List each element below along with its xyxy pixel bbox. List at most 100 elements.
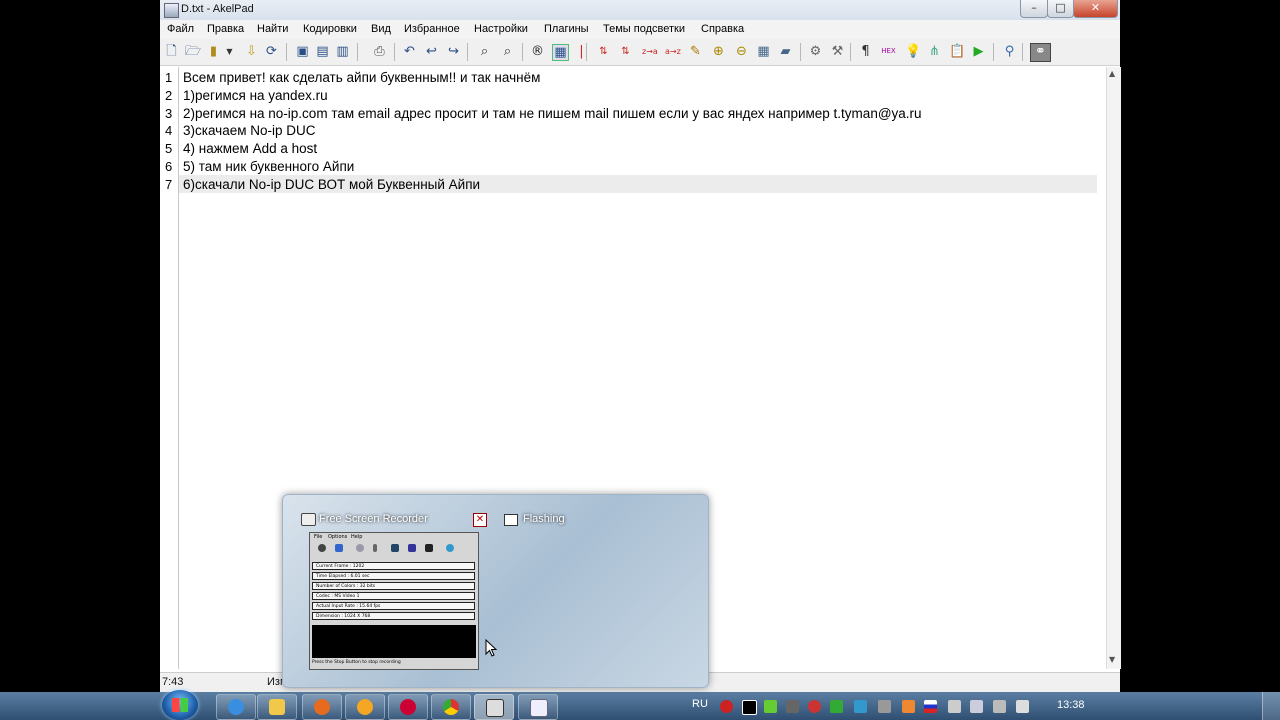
save-all-icon[interactable]: ▥: [335, 44, 350, 59]
start-button[interactable]: [162, 690, 198, 720]
taskbar-firefox-button[interactable]: [302, 694, 342, 720]
pilcrow-icon[interactable]: ¶: [858, 44, 873, 59]
menu-find[interactable]: Найти: [257, 23, 288, 35]
tray-nvidia-icon[interactable]: [742, 700, 757, 715]
taskbar-recorder-button[interactable]: [474, 694, 514, 720]
tray-red-icon[interactable]: [808, 700, 821, 713]
taskbar-thumbnail-preview[interactable]: Free Screen Recorder ✕ Flashing File Opt…: [282, 494, 709, 688]
macro-icon[interactable]: ▦: [552, 44, 569, 61]
taskbar-chrome-button[interactable]: [431, 694, 471, 720]
title-bar[interactable]: D.txt - AkelPad – □ ✕: [160, 0, 1120, 21]
line-number: 1: [165, 70, 173, 85]
scroll-down-icon[interactable]: ▼: [1109, 655, 1115, 664]
text-line[interactable]: 6)скачали No-ip DUC ВОТ мой Буквенный Ай…: [183, 177, 480, 192]
print-icon[interactable]: ⎙: [372, 44, 387, 59]
text-line[interactable]: 1)регимся на yandex.ru: [183, 88, 328, 103]
text-line[interactable]: 2)регимся на no-ip.com там email адрес п…: [183, 106, 922, 121]
tray-torrent-icon[interactable]: [830, 700, 843, 713]
language-indicator[interactable]: RU: [692, 698, 708, 710]
show-desktop-button[interactable]: [1262, 692, 1280, 720]
toolbar-separator: [286, 43, 287, 61]
text-line[interactable]: 3)скачаем No-ip DUC: [183, 123, 316, 138]
mini-record-icon: [318, 544, 326, 552]
text-line[interactable]: Всем привет! как сделать айпи буквенным!…: [183, 70, 540, 85]
sort-icon[interactable]: ⇅: [596, 44, 611, 59]
save-icon[interactable]: ▣: [295, 44, 310, 59]
menu-file[interactable]: Файл: [167, 23, 194, 35]
close-button[interactable]: ✕: [1073, 0, 1118, 18]
tray-orange-icon[interactable]: [902, 700, 915, 713]
settings-icon[interactable]: ⚙: [808, 44, 823, 59]
find-icon[interactable]: ⌕: [477, 44, 492, 59]
hex-icon[interactable]: HEX: [881, 44, 896, 59]
recent-icon[interactable]: ▮: [206, 44, 221, 59]
text-line[interactable]: 5) там ник буквенного Айпи: [183, 159, 354, 174]
undo-icon[interactable]: ↩: [424, 44, 439, 59]
mini-stop-icon: [335, 544, 343, 552]
reopen-icon[interactable]: ⇩: [244, 44, 259, 59]
tray-green-icon[interactable]: [764, 700, 777, 713]
scroll-up-icon[interactable]: ▲: [1109, 69, 1115, 78]
open-icon[interactable]: 🗁: [185, 44, 201, 59]
menu-view[interactable]: Вид: [371, 23, 391, 35]
mini-info-row: Number of Colors : 32 bits: [312, 582, 475, 590]
recorder-preview[interactable]: File Options Help Current Frame : 1202 T…: [309, 532, 479, 670]
tray-volume-icon[interactable]: [1016, 700, 1029, 713]
mini-tool-icon: [391, 544, 399, 552]
minus-icon[interactable]: ⊖: [734, 44, 749, 59]
redo-icon[interactable]: ↪: [446, 44, 461, 59]
refresh-icon[interactable]: ⟳: [264, 44, 279, 59]
clipboard-icon[interactable]: 📋: [949, 44, 965, 59]
plus-icon[interactable]: ⊕: [711, 44, 726, 59]
plugin-icon[interactable]: ⚲: [1002, 44, 1017, 59]
sort-asc-icon[interactable]: z→a: [642, 44, 658, 59]
binoculars-icon[interactable]: ⚭: [1030, 43, 1051, 62]
sort-reverse-icon[interactable]: ⇅: [618, 44, 633, 59]
clock[interactable]: 13:38: [1057, 699, 1085, 711]
new-icon[interactable]: 🗋: [164, 44, 179, 59]
bulb-icon[interactable]: 💡: [905, 44, 921, 59]
mini-info-row: Current Frame : 1202: [312, 562, 475, 570]
mini-mail-icon: [408, 544, 416, 552]
grid-icon[interactable]: ▦: [756, 44, 771, 59]
vertical-scrollbar[interactable]: ▲ ▼: [1106, 67, 1121, 669]
menu-highlight-themes[interactable]: Темы подсветки: [603, 23, 685, 35]
menu-plugins[interactable]: Плагины: [544, 23, 589, 35]
tray-monitor-icon[interactable]: [970, 700, 983, 713]
save-as-icon[interactable]: ▤: [315, 44, 330, 59]
thumbnail-second-title[interactable]: Flashing: [523, 513, 565, 525]
taskbar-akelpad-button[interactable]: [518, 694, 558, 720]
taskbar-explorer-button[interactable]: [257, 694, 297, 720]
thumbnail-close-button[interactable]: ✕: [473, 513, 487, 527]
tray-action-center-icon[interactable]: [948, 700, 961, 713]
tray-app-icon[interactable]: [720, 700, 733, 713]
find-replace-icon[interactable]: ⌕: [500, 44, 515, 59]
tray-network-status-icon[interactable]: [993, 700, 1006, 713]
maximize-button[interactable]: □: [1047, 0, 1074, 18]
tray-shield-icon[interactable]: [786, 700, 799, 713]
tray-flag-ru-icon[interactable]: [924, 700, 937, 713]
open-dropdown-icon[interactable]: ▼: [222, 44, 237, 59]
taskbar-media-button[interactable]: [345, 694, 385, 720]
menu-help[interactable]: Справка: [701, 23, 744, 35]
menu-settings[interactable]: Настройки: [474, 23, 528, 35]
taskbar-ie-button[interactable]: [216, 694, 256, 720]
minimize-button[interactable]: –: [1020, 0, 1048, 18]
format-icon[interactable]: ▰: [778, 44, 793, 59]
undo-all-icon[interactable]: ↶: [402, 44, 417, 59]
menu-edit[interactable]: Правка: [207, 23, 244, 35]
menu-encodings[interactable]: Кодировки: [303, 23, 357, 35]
tools-icon[interactable]: ⚒: [830, 44, 845, 59]
text-line[interactable]: 4) нажмем Add a host: [183, 141, 317, 156]
color-icon[interactable]: ✎: [688, 44, 703, 59]
taskbar-app-button[interactable]: [388, 694, 428, 720]
tree-icon[interactable]: ⋔: [927, 44, 942, 59]
sort-desc-icon[interactable]: a→z: [665, 44, 681, 59]
tray-camera-icon[interactable]: [878, 700, 891, 713]
toolbar-separator: [467, 43, 468, 61]
menu-favorites[interactable]: Избранное: [404, 23, 460, 35]
record-icon[interactable]: ®: [530, 44, 545, 59]
tray-network-icon[interactable]: [854, 700, 867, 713]
run-icon[interactable]: ▶: [971, 44, 986, 59]
toolbar-separator: [394, 43, 395, 61]
